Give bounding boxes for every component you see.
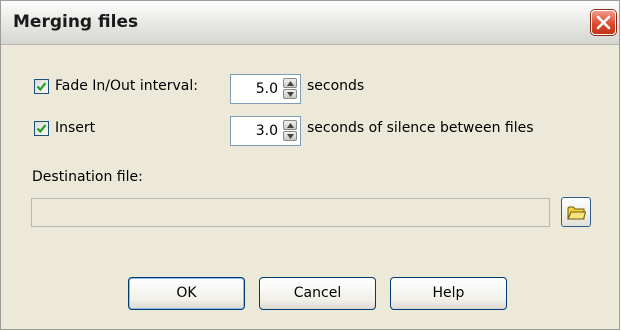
insert-label: Insert xyxy=(55,120,96,136)
arrow-up-icon xyxy=(287,123,294,128)
folder-icon xyxy=(567,206,586,220)
fade-checkbox[interactable] xyxy=(34,79,49,94)
silence-duration-value: 3.0 xyxy=(255,123,278,139)
arrow-down-icon xyxy=(287,92,294,97)
insert-checkbox[interactable] xyxy=(34,121,49,136)
fade-interval-spinner[interactable]: 5.0 xyxy=(230,74,301,104)
silence-duration-spinner[interactable]: 3.0 xyxy=(230,116,301,146)
spin-down-button[interactable] xyxy=(283,89,297,99)
ok-button[interactable]: OK xyxy=(128,277,245,310)
destination-file-field[interactable] xyxy=(31,198,550,227)
spin-down-button[interactable] xyxy=(283,131,297,141)
spin-arrows xyxy=(283,120,297,142)
insert-unit-label: seconds of silence between files xyxy=(307,120,534,136)
help-button[interactable]: Help xyxy=(390,277,507,310)
merging-files-dialog: Merging files Fade In/Out interval: 5.0 … xyxy=(0,0,620,330)
fade-label: Fade In/Out interval: xyxy=(55,78,198,94)
cancel-button[interactable]: Cancel xyxy=(259,277,376,310)
spin-up-button[interactable] xyxy=(283,120,297,130)
arrow-up-icon xyxy=(287,81,294,86)
destination-label: Destination file: xyxy=(32,169,143,185)
checkmark-icon xyxy=(36,124,47,134)
spin-arrows xyxy=(283,78,297,100)
arrow-down-icon xyxy=(287,134,294,139)
fade-unit-label: seconds xyxy=(307,78,365,94)
fade-interval-value: 5.0 xyxy=(255,81,278,97)
browse-folder-button[interactable] xyxy=(561,197,591,227)
dialog-title: Merging files xyxy=(13,12,139,32)
spin-up-button[interactable] xyxy=(283,78,297,88)
title-bar: Merging files xyxy=(1,1,619,45)
close-button[interactable] xyxy=(591,10,616,35)
checkmark-icon xyxy=(36,82,47,92)
close-x-icon xyxy=(596,15,611,30)
